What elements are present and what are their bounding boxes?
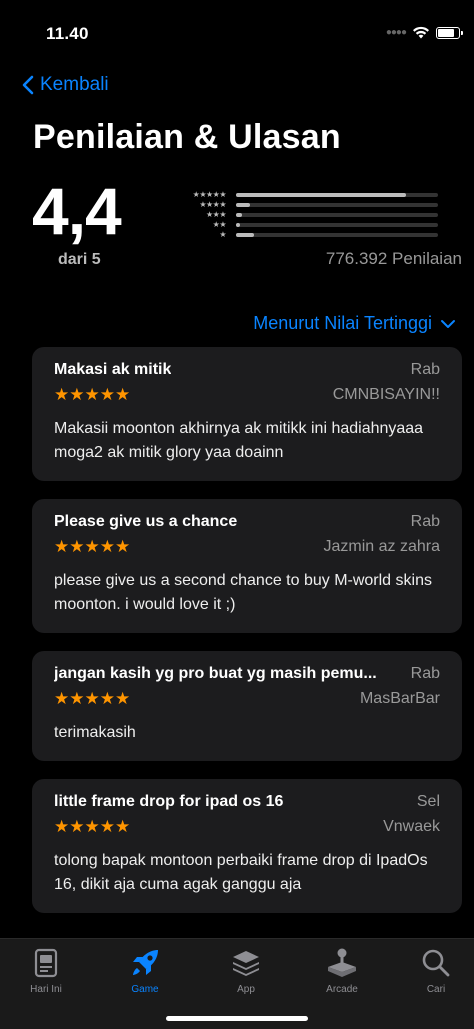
tab-label: Hari Ini <box>30 984 62 995</box>
review-author: CMNBISAYIN!! <box>332 386 440 403</box>
review-stars: ★★★★★ <box>54 817 131 836</box>
sort-dropdown[interactable]: Menurut Nilai Tertinggi <box>253 313 456 334</box>
review-body: please give us a second chance to buy M-… <box>54 572 432 613</box>
review-title: Makasi ak mitik <box>54 361 172 378</box>
rating-histogram: ★★★★★ ★★★★ ★★★ ★★ ★ <box>182 190 438 240</box>
histogram-star-label: ★★★★ <box>199 200 226 209</box>
histogram-track <box>236 193 438 197</box>
review-body: terimakasih <box>54 724 136 741</box>
today-icon <box>28 945 64 981</box>
review-card[interactable]: Makasi ak mitik Rab ★★★★★ CMNBISAYIN!! M… <box>32 347 462 481</box>
review-date: Rab <box>410 361 440 378</box>
histogram-row: ★★★ <box>182 210 438 220</box>
tab-label: Game <box>131 984 159 995</box>
histogram-star-label: ★★ <box>212 220 227 229</box>
histogram-track <box>236 233 438 237</box>
review-author: Jazmin az zahra <box>323 538 441 555</box>
chevron-left-icon <box>22 75 34 95</box>
histogram-star-label: ★ <box>219 230 226 239</box>
histogram-row: ★★★★★ <box>182 190 438 200</box>
status-bar: 11.40 ●●●● <box>0 0 474 66</box>
battery-icon <box>436 26 463 39</box>
histogram-row: ★★★★ <box>182 200 438 210</box>
histogram-bar <box>236 223 241 227</box>
status-icons: ●●●● <box>385 26 463 39</box>
tab-game[interactable]: Game <box>105 945 185 995</box>
review-date: Rab <box>410 513 440 530</box>
back-label: Kembali <box>40 74 109 95</box>
review-card[interactable]: jangan kasih yg pro buat yg masih pemu..… <box>32 651 462 761</box>
cellular-signal-icon: ●●●● <box>385 27 407 38</box>
tab-bar: Hari Ini Game App Arcade Cari <box>0 938 474 1029</box>
tab-cari[interactable]: Cari <box>396 945 474 995</box>
histogram-track <box>236 223 438 227</box>
search-icon <box>418 945 454 981</box>
back-button[interactable]: Kembali <box>22 74 109 96</box>
histogram-star-label: ★★★★★ <box>192 190 227 199</box>
review-title: little frame drop for ipad os 16 <box>54 793 284 810</box>
tab-hari-ini[interactable]: Hari Ini <box>6 945 86 995</box>
histogram-track <box>236 213 438 217</box>
review-stars: ★★★★★ <box>54 689 131 708</box>
review-author: MasBarBar <box>359 690 440 707</box>
wifi-icon <box>413 26 429 39</box>
review-date: Rab <box>410 665 440 682</box>
review-author: Vnwaek <box>383 818 440 835</box>
review-title: Please give us a chance <box>54 513 238 530</box>
tab-label: Arcade <box>326 984 358 995</box>
home-indicator[interactable] <box>166 1016 308 1021</box>
review-list: Makasi ak mitik Rab ★★★★★ CMNBISAYIN!! M… <box>32 347 462 931</box>
histogram-track <box>236 203 438 207</box>
review-body: Makasii moonton akhirnya ak mitikk ini h… <box>54 420 424 461</box>
tab-arcade[interactable]: Arcade <box>302 945 382 995</box>
histogram-bar <box>236 213 243 217</box>
histogram-row: ★ <box>182 230 438 240</box>
histogram-row: ★★ <box>182 220 438 230</box>
tab-app[interactable]: App <box>206 945 286 995</box>
page-title: Penilaian & Ulasan <box>33 118 341 156</box>
review-date: Sel <box>416 793 440 810</box>
status-time: 11.40 <box>46 24 89 43</box>
review-card[interactable]: Please give us a chance Rab ★★★★★ Jazmin… <box>32 499 462 633</box>
histogram-bar <box>236 233 255 237</box>
layers-icon <box>228 945 264 981</box>
average-rating: 4,4 <box>32 174 122 248</box>
histogram-star-label: ★★★ <box>205 210 227 219</box>
rocket-icon <box>127 945 163 981</box>
review-stars: ★★★★★ <box>54 385 131 404</box>
review-body: tolong bapak montoon perbaiki frame drop… <box>54 852 428 893</box>
battery-level <box>438 28 454 37</box>
histogram-bar <box>236 203 251 207</box>
review-stars: ★★★★★ <box>54 537 131 556</box>
review-title: jangan kasih yg pro buat yg masih pemu..… <box>54 665 377 682</box>
ratings-count: 776.392 Penilaian <box>325 249 462 268</box>
tab-label: Cari <box>426 984 446 995</box>
rating-scale: dari 5 <box>58 251 101 268</box>
chevron-down-icon <box>441 319 455 328</box>
joystick-icon <box>324 945 360 981</box>
review-card[interactable]: little frame drop for ipad os 16 Sel ★★★… <box>32 779 462 913</box>
histogram-bar <box>236 193 406 197</box>
tab-label: App <box>237 984 255 995</box>
sort-label: Menurut Nilai Tertinggi <box>253 313 432 333</box>
